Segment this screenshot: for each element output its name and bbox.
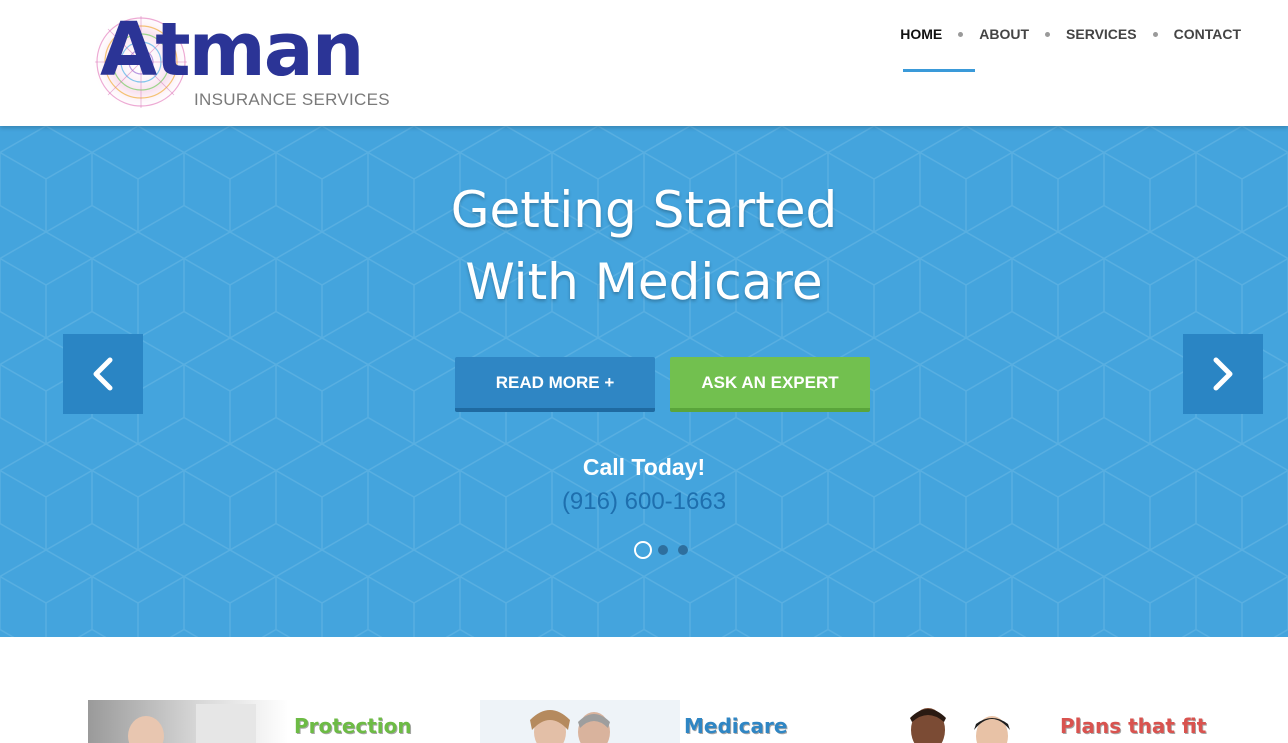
- teaser-photo: [480, 700, 680, 743]
- teaser-protection[interactable]: Protection: [88, 700, 428, 743]
- main-nav: HOME ABOUT SERVICES CONTACT: [900, 22, 1241, 46]
- teaser-title: Medicare: [684, 714, 788, 738]
- logo[interactable]: Atman INSURANCE SERVICES: [86, 8, 396, 113]
- service-teasers: Protection Medicare Plans that fit: [0, 700, 1288, 743]
- nav-services[interactable]: SERVICES: [1066, 22, 1137, 46]
- teaser-title: Plans that fit: [1060, 714, 1207, 738]
- slider-prev-button[interactable]: [63, 334, 143, 414]
- hero-title-line1: Getting Started: [450, 181, 838, 239]
- teaser-plans[interactable]: Plans that fit: [870, 700, 1210, 743]
- teaser-photo: [870, 700, 1070, 743]
- logo-subtitle: INSURANCE SERVICES: [194, 90, 390, 109]
- slider-pagination: [634, 541, 698, 559]
- read-more-button[interactable]: READ MORE +: [455, 357, 655, 412]
- chevron-left-icon: [93, 357, 113, 391]
- nav-active-indicator: [903, 69, 975, 72]
- phone-link[interactable]: (916) 600-1663: [0, 488, 1288, 516]
- nav-separator: [958, 31, 964, 37]
- hero-title: Getting Started With Medicare: [0, 174, 1288, 318]
- hero-title-line2: With Medicare: [465, 253, 823, 311]
- nav-home[interactable]: HOME: [900, 22, 942, 46]
- hero-slider: Getting Started With Medicare READ MORE …: [0, 126, 1288, 637]
- nav-separator: [1045, 31, 1051, 37]
- slider-next-button[interactable]: [1183, 334, 1263, 414]
- ask-expert-button[interactable]: ASK AN EXPERT: [670, 357, 870, 412]
- nav-separator: [1152, 31, 1158, 37]
- slider-dot-3[interactable]: [678, 545, 688, 555]
- teaser-medicare[interactable]: Medicare: [480, 700, 820, 743]
- teaser-title: Protection: [294, 714, 412, 738]
- teaser-photo: [88, 700, 288, 743]
- site-header: Atman INSURANCE SERVICES HOME ABOUT SERV…: [0, 0, 1288, 126]
- logo-wordmark: Atman: [100, 7, 364, 93]
- nav-contact[interactable]: CONTACT: [1174, 22, 1241, 46]
- slider-dot-2[interactable]: [658, 545, 668, 555]
- chevron-right-icon: [1213, 357, 1233, 391]
- call-today-label: Call Today!: [582, 454, 706, 480]
- slider-dot-1[interactable]: [634, 541, 652, 559]
- nav-about[interactable]: ABOUT: [979, 22, 1029, 46]
